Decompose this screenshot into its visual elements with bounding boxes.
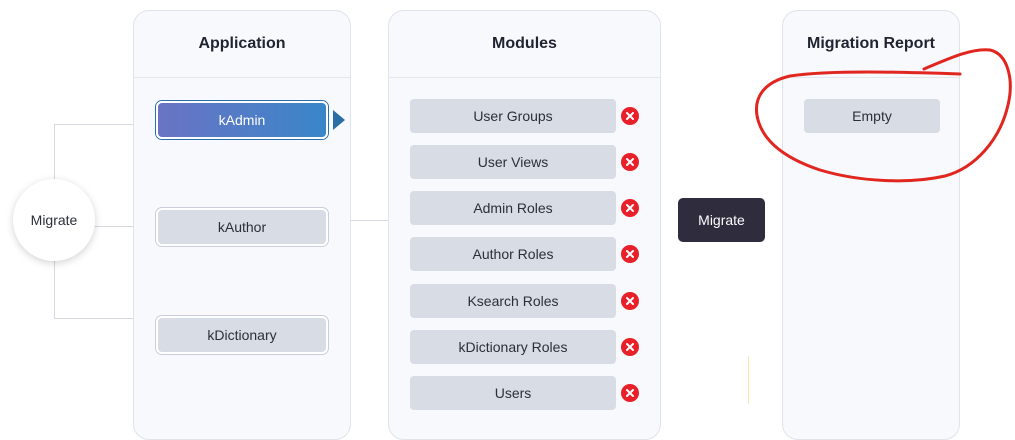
module-item-label: Ksearch Roles <box>467 293 559 309</box>
module-item-label: Users <box>494 385 532 401</box>
app-item-kauthor[interactable]: kAuthor <box>156 208 328 246</box>
modules-title: Modules <box>389 11 660 78</box>
app-item-label: kAdmin <box>218 112 266 128</box>
connector-app-modules <box>350 220 389 221</box>
connector-middle <box>95 226 135 227</box>
module-item-ksearch-roles[interactable]: Ksearch Roles <box>410 284 616 318</box>
migration-report-panel: Migration Report Empty <box>782 10 960 440</box>
module-item-label: Author Roles <box>472 246 554 262</box>
report-status-chip: Empty <box>804 99 940 133</box>
remove-author-roles-icon[interactable] <box>621 245 639 263</box>
app-item-label: kAuthor <box>217 219 267 235</box>
connector-bottom <box>54 318 134 319</box>
application-title: Application <box>134 11 350 78</box>
module-item-label: Admin Roles <box>473 200 553 216</box>
app-item-label: kDictionary <box>207 327 277 343</box>
modules-panel: Modules User Groups User Views Admin Rol… <box>388 10 661 440</box>
app-item-kadmin[interactable]: kAdmin <box>156 101 328 139</box>
module-item-user-groups[interactable]: User Groups <box>410 99 616 133</box>
app-item-kdictionary[interactable]: kDictionary <box>156 316 328 354</box>
remove-admin-roles-icon[interactable] <box>621 199 639 217</box>
remove-kdictionary-roles-icon[interactable] <box>621 338 639 356</box>
module-item-users[interactable]: Users <box>410 376 616 410</box>
cursor-mark <box>748 356 749 404</box>
selection-arrow-icon <box>333 110 345 130</box>
migrate-circle-button[interactable]: Migrate <box>13 179 95 261</box>
migration-report-title: Migration Report <box>783 11 959 78</box>
migrate-circle-label: Migrate <box>30 212 78 228</box>
module-item-admin-roles[interactable]: Admin Roles <box>410 191 616 225</box>
connector-top <box>54 124 134 125</box>
remove-user-groups-icon[interactable] <box>621 107 639 125</box>
module-item-label: kDictionary Roles <box>458 339 568 355</box>
module-item-user-views[interactable]: User Views <box>410 145 616 179</box>
report-status-label: Empty <box>852 108 892 124</box>
remove-users-icon[interactable] <box>621 384 639 402</box>
migrate-button[interactable]: Migrate <box>678 198 765 242</box>
migrate-button-label: Migrate <box>698 212 745 228</box>
module-item-label: User Views <box>477 154 549 170</box>
module-item-kdictionary-roles[interactable]: kDictionary Roles <box>410 330 616 364</box>
application-panel: Application kAdmin kAuthor kDictionary <box>133 10 351 440</box>
remove-user-views-icon[interactable] <box>621 153 639 171</box>
remove-ksearch-roles-icon[interactable] <box>621 292 639 310</box>
module-item-author-roles[interactable]: Author Roles <box>410 237 616 271</box>
module-item-label: User Groups <box>473 108 553 124</box>
